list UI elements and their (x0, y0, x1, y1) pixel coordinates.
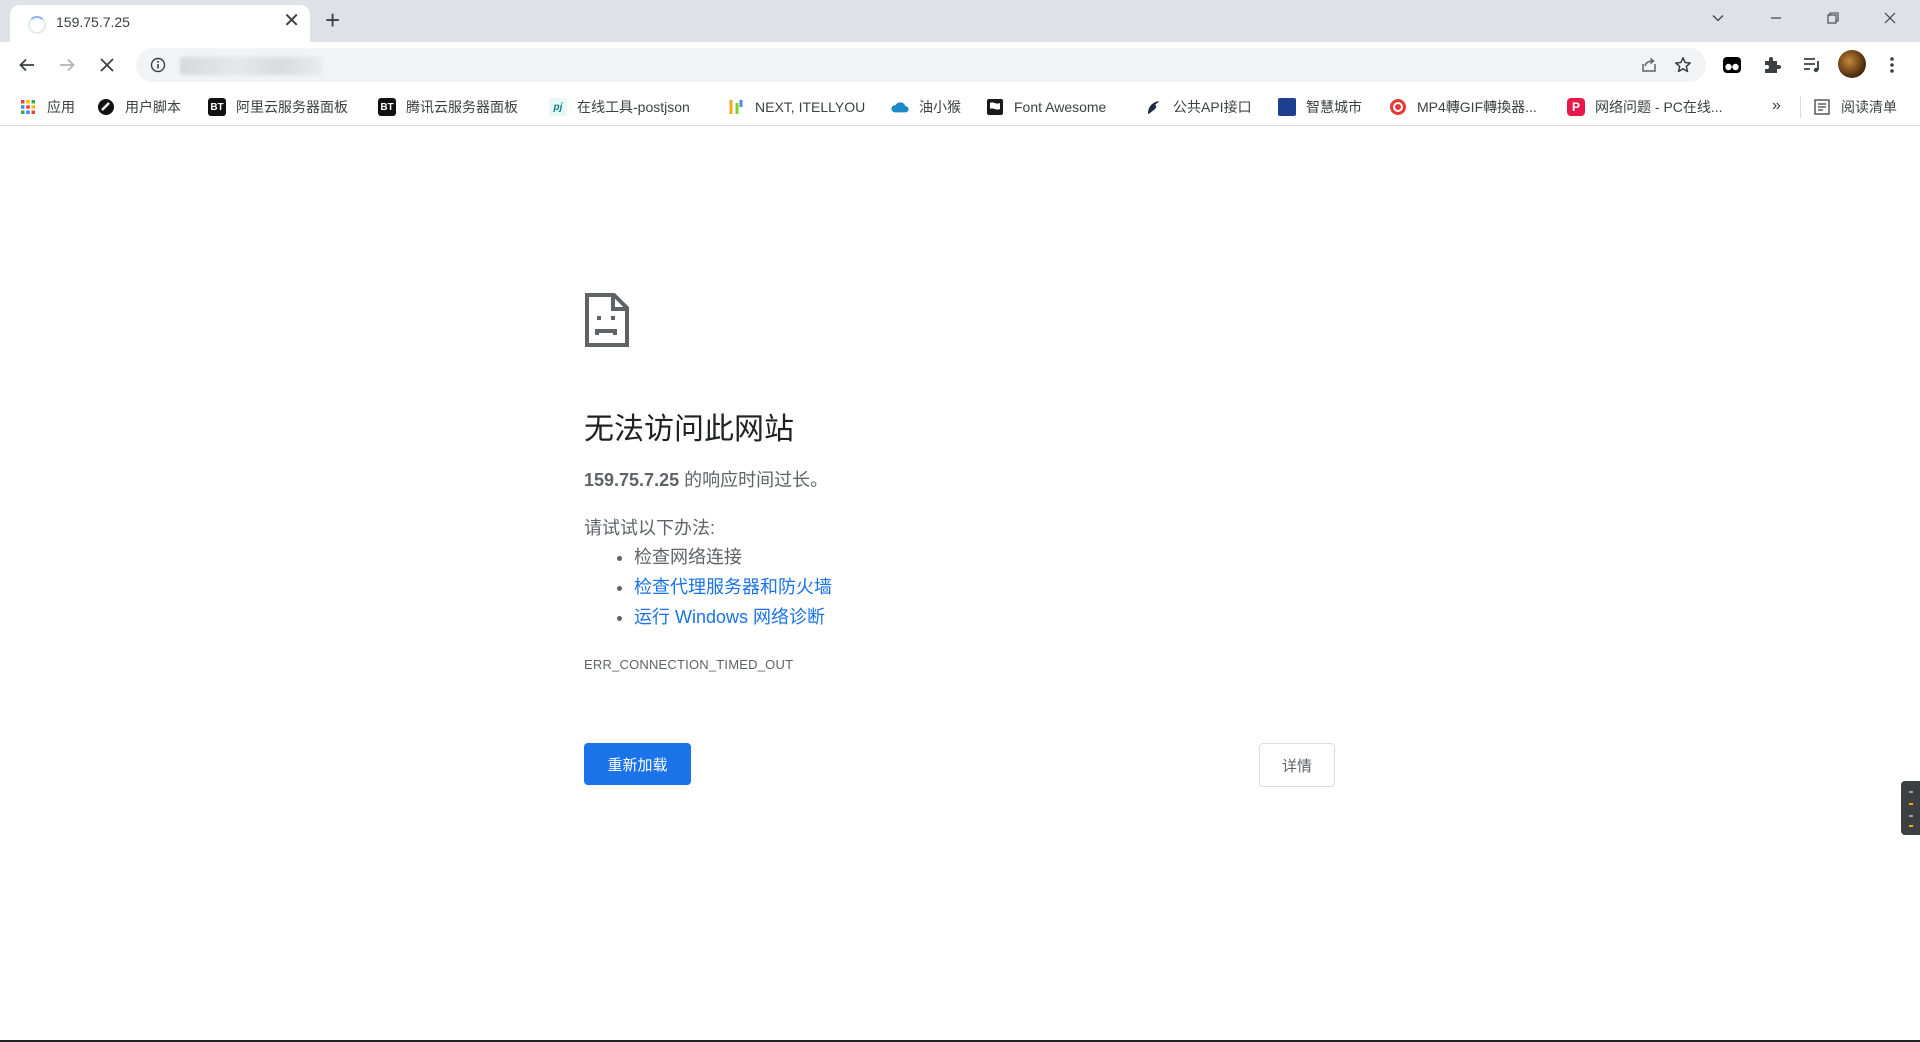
apps-grid-icon (19, 98, 37, 116)
error-desc-suffix: 的响应时间过长。 (679, 470, 829, 490)
postjson-icon: pj (549, 98, 567, 116)
kebab-menu-icon[interactable] (1880, 53, 1904, 77)
toolbar (0, 42, 1920, 88)
bookmark-label: 智慧城市 (1306, 99, 1362, 115)
handle-line-highlight (1909, 825, 1913, 827)
bookmark-itellyou[interactable]: NEXT, ITELLYOU (727, 96, 865, 118)
handle-line (1909, 791, 1913, 793)
minimize-icon[interactable] (1748, 0, 1804, 36)
p-logo-icon: P (1567, 98, 1585, 116)
profile-avatar[interactable] (1838, 50, 1866, 78)
bookmark-label: 油小猴 (919, 99, 961, 115)
bookmark-mp4-gif[interactable]: MP4轉GIF轉換器... (1389, 96, 1537, 118)
bookmark-public-api[interactable]: 公共API接口 (1145, 96, 1252, 118)
run-diagnostics-link[interactable]: 运行 Windows 网络诊断 (634, 607, 825, 627)
suggestions-list: 检查网络连接 检查代理服务器和防火墙 运行 Windows 网络诊断 (584, 542, 832, 632)
reload-button[interactable]: 重新加载 (584, 743, 691, 785)
bookmark-label: 应用 (47, 99, 75, 115)
site-info-icon[interactable] (150, 57, 166, 78)
convert-icon (1389, 98, 1407, 116)
bookmark-userscript[interactable]: 用户脚本 (97, 96, 181, 118)
error-description: 159.75.7.25 的响应时间过长。 (584, 466, 828, 492)
handle-line (1909, 815, 1913, 817)
bookmark-youxiaohou[interactable]: 油小猴 (891, 96, 961, 118)
bookmarks-bar: 应用 用户脚本 BT 阿里云服务器面板 BT 腾讯云服务器面板 pj 在线工具-… (0, 88, 1920, 126)
bt-panel-icon: BT (378, 98, 396, 116)
media-queue-icon[interactable] (1800, 53, 1824, 77)
tab-active[interactable]: 159.75.7.25 ✕ (10, 5, 310, 42)
url-input[interactable] (180, 55, 1584, 77)
suggestion-text: 检查网络连接 (634, 547, 742, 567)
forward-arrow-icon[interactable] (52, 50, 82, 80)
bookmark-postjson[interactable]: pj 在线工具-postjson (549, 96, 690, 118)
tab-close-icon[interactable]: ✕ (283, 11, 300, 31)
suggestion-run-diagnostics: 运行 Windows 网络诊断 (634, 602, 832, 632)
loading-spinner-icon (28, 16, 46, 34)
side-panel-handle[interactable] (1901, 781, 1920, 835)
share-icon[interactable] (1640, 56, 1658, 79)
stop-icon[interactable] (92, 50, 122, 80)
suggestions-heading: 请试试以下办法: (584, 518, 716, 538)
bookmark-label: MP4轉GIF轉換器... (1417, 99, 1537, 115)
back-arrow-icon[interactable] (12, 50, 42, 80)
bookmark-label: 腾讯云服务器面板 (406, 99, 518, 115)
bookmark-label: 网络问题 - PC在线... (1595, 99, 1723, 115)
reading-list-button[interactable]: 阅读清单 (1813, 96, 1897, 118)
flag-icon (986, 98, 1004, 116)
close-window-icon[interactable] (1862, 0, 1918, 36)
bookmark-label: Font Awesome (1014, 99, 1107, 115)
userscript-icon (97, 98, 115, 116)
extensions-puzzle-icon[interactable] (1760, 53, 1784, 77)
suggestion-check-proxy: 检查代理服务器和防火墙 (634, 572, 832, 602)
handle-line-highlight (1909, 803, 1913, 805)
details-button[interactable]: 详情 (1259, 743, 1335, 787)
suggestion-check-network: 检查网络连接 (634, 542, 832, 572)
bookmark-label: 在线工具-postjson (577, 99, 690, 115)
tab-search-chevron-down-icon[interactable] (1690, 0, 1746, 36)
bookmark-label: 用户脚本 (125, 99, 181, 115)
restore-icon[interactable] (1805, 0, 1861, 36)
reading-list-label: 阅读清单 (1841, 99, 1897, 115)
sad-page-icon (584, 292, 630, 353)
bookmark-network-issue[interactable]: P 网络问题 - PC在线... (1567, 96, 1723, 118)
error-host: 159.75.7.25 (584, 470, 680, 490)
extension-tampermonkey-icon[interactable] (1720, 53, 1744, 77)
bookmarks-divider (1800, 96, 1801, 118)
bookmark-label: NEXT, ITELLYOU (755, 99, 866, 115)
error-code: ERR_CONNECTION_TIMED_OUT (584, 657, 794, 672)
bookmark-apps[interactable]: 应用 (19, 96, 75, 118)
bookmarks-overflow-icon[interactable]: » (1772, 97, 1781, 115)
new-tab-button[interactable]: + (325, 7, 340, 33)
cloud-icon (891, 98, 909, 116)
bookmark-smart-city[interactable]: 智慧城市 (1278, 96, 1362, 118)
tab-strip: 159.75.7.25 ✕ + (0, 0, 1920, 42)
api-icon (1145, 98, 1163, 116)
tab-title: 159.75.7.25 (56, 14, 130, 30)
bookmark-tencent-bt[interactable]: BT 腾讯云服务器面板 (378, 96, 518, 118)
bookmark-font-awesome[interactable]: Font Awesome (986, 96, 1106, 118)
itellyou-icon (727, 98, 745, 116)
reading-list-icon (1813, 98, 1831, 116)
bookmark-label: 公共API接口 (1173, 99, 1252, 115)
city-icon (1278, 98, 1296, 116)
error-title: 无法访问此网站 (584, 413, 794, 446)
bt-panel-icon: BT (208, 98, 226, 116)
address-bar[interactable] (136, 48, 1706, 82)
bookmark-label: 阿里云服务器面板 (236, 99, 348, 115)
check-proxy-link[interactable]: 检查代理服务器和防火墙 (634, 577, 832, 597)
bookmark-aliyun-bt[interactable]: BT 阿里云服务器面板 (208, 96, 348, 118)
bookmark-star-icon[interactable] (1674, 56, 1692, 79)
